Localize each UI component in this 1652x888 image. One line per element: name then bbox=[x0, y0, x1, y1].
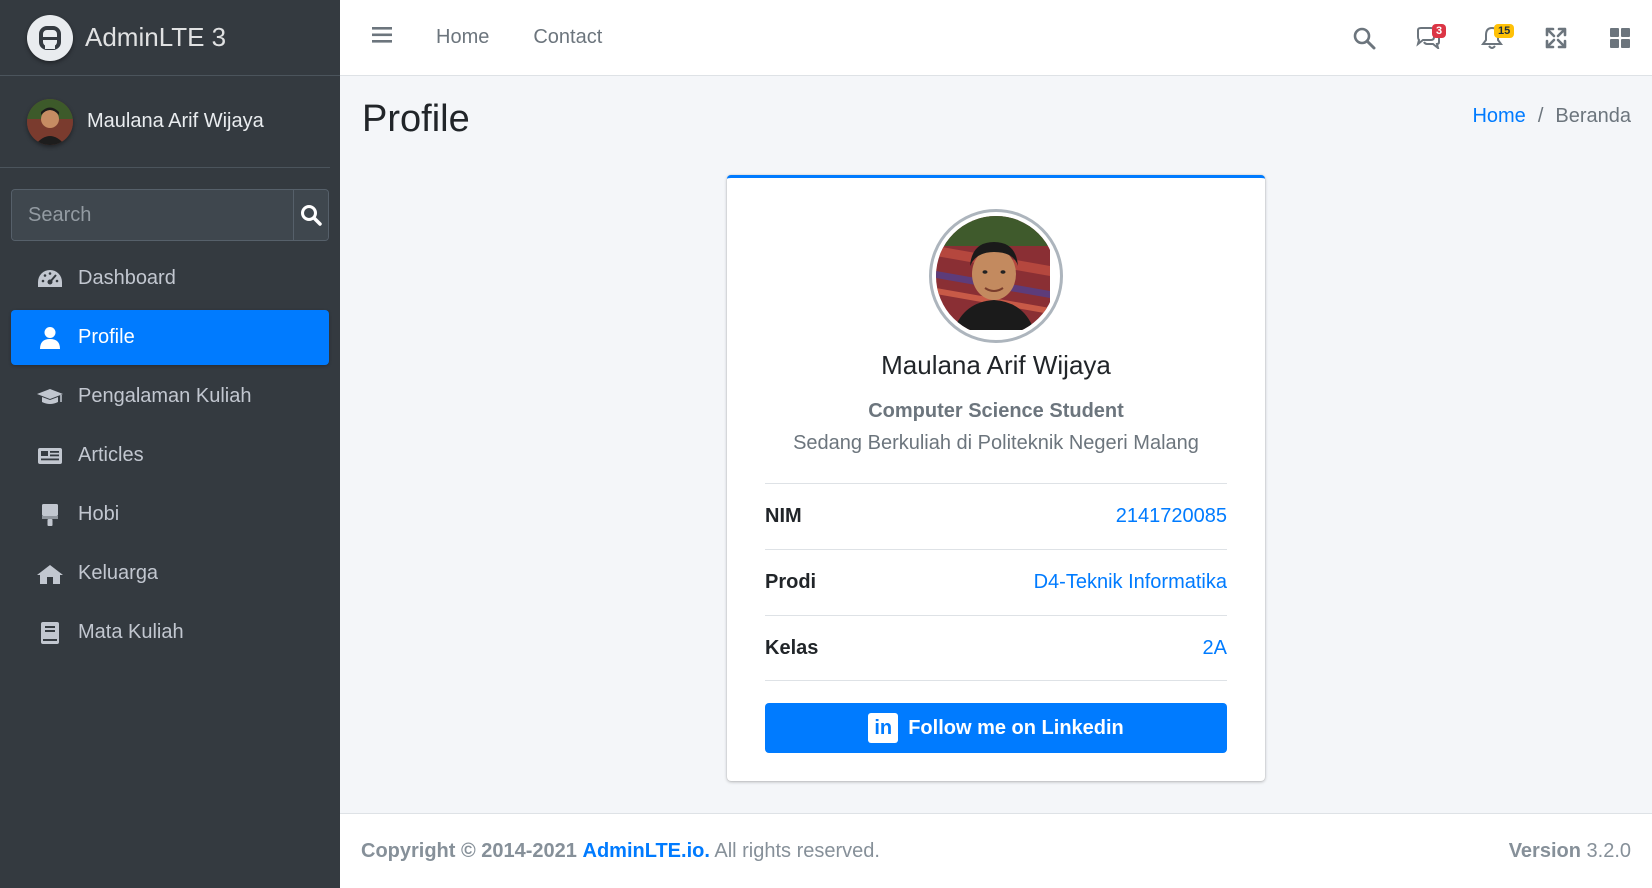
breadcrumb-home-link[interactable]: Home bbox=[1472, 105, 1525, 128]
messages-badge: 3 bbox=[1432, 24, 1447, 38]
version-value: 3.2.0 bbox=[1580, 839, 1632, 862]
sidebar-item-articles[interactable]: Articles bbox=[11, 428, 329, 483]
home-icon bbox=[36, 562, 64, 586]
breadcrumb: Home / Beranda bbox=[1472, 105, 1631, 128]
nav-link-contact[interactable]: Contact bbox=[533, 26, 602, 49]
breadcrumb-separator: / bbox=[1537, 105, 1544, 127]
navbar-right: 3 15 bbox=[1332, 0, 1652, 76]
user-panel[interactable]: Maulana Arif Wijaya bbox=[0, 76, 330, 168]
list-item: Prodi D4-Teknik Informatika bbox=[765, 549, 1227, 615]
linkedin-icon: in bbox=[868, 713, 899, 743]
footer-rights: All rights reserved. bbox=[709, 839, 880, 862]
breadcrumb-current: Beranda bbox=[1555, 105, 1631, 127]
book-icon bbox=[36, 621, 64, 645]
main-sidebar: AdminLTE 3 Maulana Arif Wijaya Search Da… bbox=[0, 0, 340, 888]
sidebar-item-mata-kuliah[interactable]: Mata Kuliah bbox=[11, 605, 329, 660]
notifications-badge: 15 bbox=[1494, 24, 1515, 38]
sidebar-item-label: Pengalaman Kuliah bbox=[78, 385, 252, 407]
user-icon bbox=[36, 326, 64, 350]
sidebar-item-pengalaman-kuliah[interactable]: Pengalaman Kuliah bbox=[11, 369, 329, 424]
graduation-cap-icon bbox=[36, 385, 64, 409]
profile-info-list: NIM 2141720085 Prodi D4-Teknik Informati… bbox=[765, 483, 1227, 681]
tachometer-icon bbox=[36, 267, 64, 291]
menu-toggle-icon[interactable] bbox=[372, 26, 394, 49]
control-sidebar-button[interactable] bbox=[1588, 0, 1652, 76]
kelas-value[interactable]: 2A bbox=[1203, 637, 1227, 660]
profile-description: Sedang Berkuliah di Politeknik Negeri Ma… bbox=[793, 432, 1199, 454]
follow-linkedin-button[interactable]: in Follow me on Linkedin bbox=[765, 703, 1227, 753]
fullscreen-button[interactable] bbox=[1524, 0, 1588, 76]
sidebar-item-profile[interactable]: Profile bbox=[11, 310, 329, 365]
search-input[interactable] bbox=[12, 190, 293, 240]
sidebar-search bbox=[11, 189, 329, 241]
profile-name: Maulana Arif Wijaya bbox=[881, 350, 1111, 380]
kelas-label: Kelas bbox=[765, 636, 819, 659]
profile-role: Computer Science Student bbox=[868, 400, 1124, 422]
sidebar-item-label: Articles bbox=[78, 444, 144, 466]
prodi-label: Prodi bbox=[765, 571, 817, 593]
sidebar-item-label: Mata Kuliah bbox=[78, 621, 184, 643]
paint-brush-icon bbox=[36, 503, 64, 527]
main-footer: Copyright © 2014-2021 AdminLTE.io. All r… bbox=[340, 813, 1652, 888]
sidebar-item-label: Dashboard bbox=[78, 267, 176, 289]
newspaper-icon bbox=[36, 444, 64, 468]
brand-text: AdminLTE 3 bbox=[85, 22, 227, 52]
version-label: Version bbox=[1508, 839, 1581, 862]
nim-value[interactable]: 2141720085 bbox=[1116, 505, 1227, 528]
copyright: Copyright © 2014-2021 AdminLTE.io. All r… bbox=[361, 840, 880, 863]
follow-linkedin-label: Follow me on Linkedin bbox=[908, 716, 1124, 739]
nim-label: NIM bbox=[765, 505, 802, 527]
profile-card: Maulana Arif Wijaya Computer Science Stu… bbox=[727, 175, 1265, 781]
expand-arrows-icon bbox=[1545, 27, 1567, 49]
nav-link-home[interactable]: Home bbox=[436, 26, 489, 49]
list-item: Kelas 2A bbox=[765, 615, 1227, 681]
top-navbar: Home Contact 3 15 bbox=[340, 0, 1652, 76]
footer-brand-link[interactable]: AdminLTE.io. bbox=[583, 840, 710, 862]
sidebar-item-keluarga[interactable]: Keluarga bbox=[11, 546, 329, 601]
navbar-search-button[interactable] bbox=[1332, 0, 1396, 76]
brand-link[interactable]: AdminLTE 3 bbox=[0, 0, 340, 76]
avatar bbox=[27, 98, 73, 145]
sidebar-item-label: Hobi bbox=[78, 503, 120, 525]
messages-dropdown[interactable]: 3 bbox=[1396, 0, 1460, 76]
adminlte-logo-icon bbox=[27, 14, 73, 61]
sidebar-item-label: Keluarga bbox=[78, 562, 159, 584]
search-icon bbox=[301, 205, 322, 226]
copyright-prefix: Copyright © 2014-2021 bbox=[361, 839, 577, 862]
list-item: NIM 2141720085 bbox=[765, 483, 1227, 549]
search-button[interactable] bbox=[293, 190, 328, 240]
sidebar-nav: Dashboard Profile Pengalaman Kuliah Arti… bbox=[11, 251, 329, 664]
user-name: Maulana Arif Wijaya bbox=[87, 110, 264, 132]
search-icon bbox=[1353, 27, 1376, 50]
sidebar-item-hobi[interactable]: Hobi bbox=[11, 487, 329, 542]
notifications-dropdown[interactable]: 15 bbox=[1460, 0, 1524, 76]
sidebar-item-label: Profile bbox=[78, 326, 135, 348]
profile-photo bbox=[929, 209, 1063, 343]
th-large-icon bbox=[1610, 28, 1630, 48]
prodi-value[interactable]: D4-Teknik Informatika bbox=[1034, 571, 1227, 594]
page-title: Profile bbox=[362, 98, 470, 140]
version-info: Version 3.2.0 bbox=[1509, 840, 1631, 863]
sidebar-item-dashboard[interactable]: Dashboard bbox=[11, 251, 329, 306]
